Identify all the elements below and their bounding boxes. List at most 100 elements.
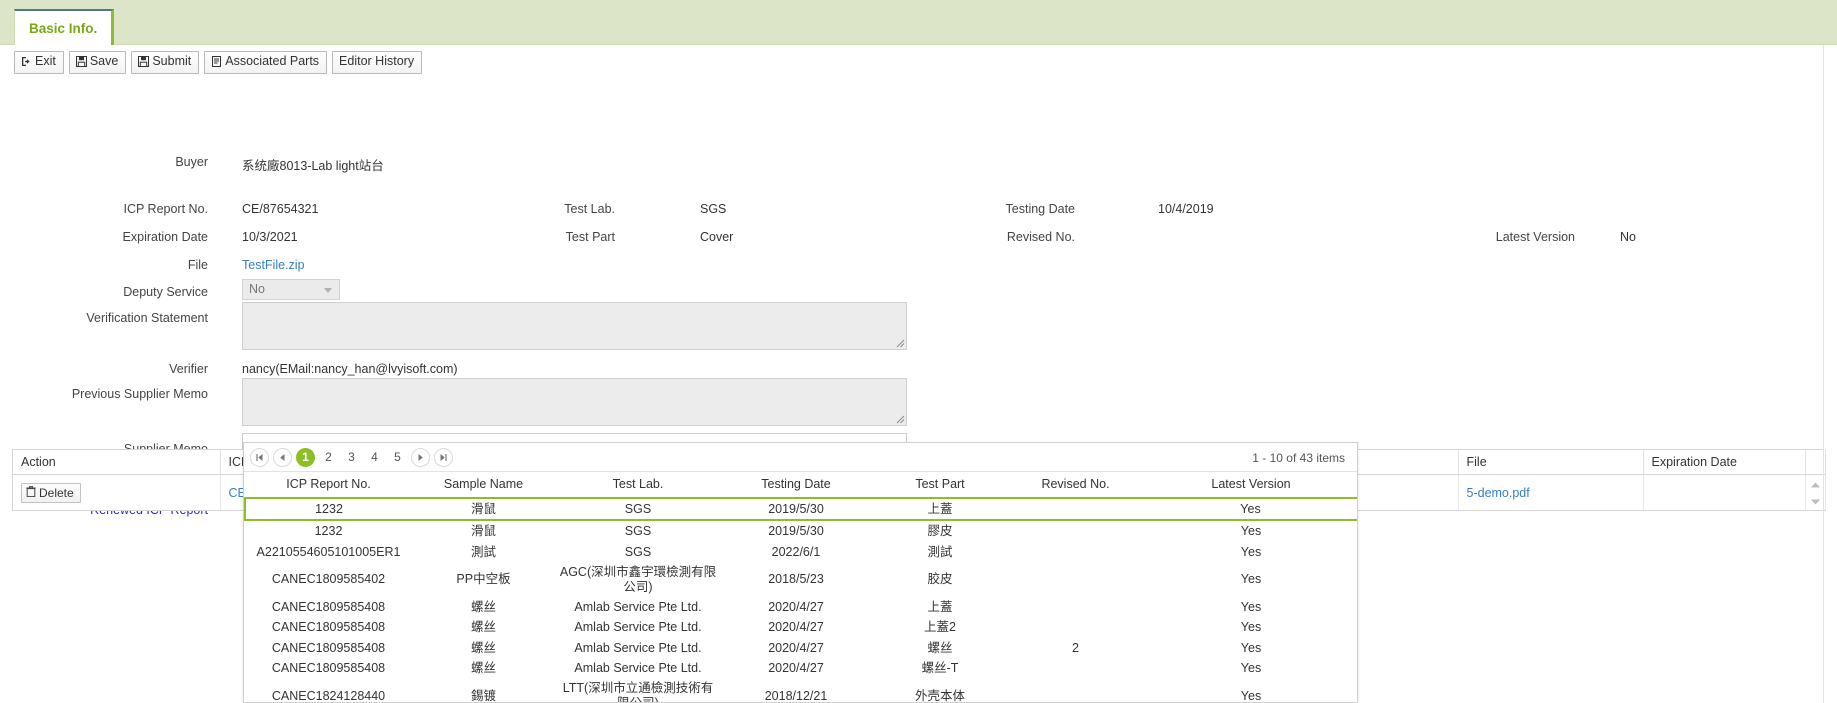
page-button-2[interactable]: 2 [319,448,338,467]
dropdown-cell-test-lab: Amlab Service Pte Ltd. [574,620,702,635]
dropdown-column-sample-name: Sample Name [412,472,555,499]
expiration-date-label: Expiration Date [122,229,208,244]
testing-date-value: 10/4/2019 [1158,201,1214,216]
dropdown-cell-test-part: 螺丝 [927,640,953,655]
icp-report-no-label: ICP Report No. [123,201,208,216]
dropdown-cell-testing-date: 2020/4/27 [768,661,824,675]
dropdown-cell-revised-no [1009,658,1142,678]
dropdown-cell-sample-name: 螺丝 [470,661,496,675]
exit-button[interactable]: Exit [14,51,64,74]
dropdown-cell-revised-no [1009,496,1142,522]
dropdown-result-row[interactable]: A2210554605101005ER1 測試 SGS 2022/6/1 測試 Yes [245,542,1357,562]
dropdown-cell-icp-report-no: 1232 [314,524,343,539]
file-link[interactable]: 5-demo.pdf [1467,486,1530,500]
tab-basic-info-label: Basic Info. [29,20,98,36]
dropdown-cell-sample-name: 滑鼠 [412,496,555,522]
dropdown-cell-test-lab: SGS [624,524,652,539]
dropdown-cell-test-lab: SGS [555,496,721,522]
associated-parts-button[interactable]: Associated Parts [204,51,328,74]
dropdown-cell-latest-version: Yes [1240,688,1262,703]
dropdown-result-row[interactable]: 1232 滑鼠 SGS 2019/5/30 上蓋 Yes [244,496,1357,522]
dropdown-cell-revised-no [1009,562,1142,597]
dropdown-results-body: 1232 滑鼠 SGS 2019/5/30 上蓋 Yes 1232 滑鼠 SGS 2019/5/3… [244,496,1357,703]
first-page-button[interactable] [250,447,269,467]
previous-page-button[interactable] [273,447,292,467]
dropdown-result-row[interactable]: CANEC1809585402 PP中空板 AGC(深圳市鑫宇環檢測有限公司) 201… [245,562,1357,597]
expiration-date-value: 10/3/2021 [242,229,298,244]
dropdown-cell-sample-name: PP中空板 [456,572,511,587]
editor-history-label: Editor History [339,54,415,68]
dropdown-cell-sample-name: 測試 [470,544,496,559]
dropdown-cell-test-lab: Amlab Service Pte Ltd. [574,640,702,655]
row-reorder-spinner[interactable] [1809,477,1822,508]
dropdown-cell-test-part: 螺丝-T [921,661,959,675]
chevron-down-icon [324,287,332,293]
dropdown-cell-latest-version: Yes [1240,620,1262,635]
dropdown-result-row[interactable]: CANEC1809585408 螺丝 Amlab Service Pte Ltd. 2… [245,617,1357,637]
deputy-service-label: Deputy Service [123,284,208,299]
submit-icon [138,56,150,68]
dropdown-cell-sample-name: 螺丝 [470,620,496,635]
dropdown-result-row[interactable]: CANEC1809585408 螺丝 Amlab Service Pte Ltd. 2… [245,638,1357,658]
renewed-icp-report-dropdown-panel: 1 2 3 4 5 1 - 10 of 43 items ICP Report … [243,442,1358,703]
arrow-up-icon[interactable] [1810,477,1821,491]
dropdown-column-revised-no: Revised No. [1009,472,1142,499]
resize-handle-icon[interactable] [895,414,905,424]
dropdown-cell-testing-date: 2020/4/27 [768,640,824,655]
arrow-down-icon[interactable] [1810,494,1821,508]
tab-basic-info[interactable]: Basic Info. [14,9,115,45]
verification-statement-textarea[interactable] [242,301,907,350]
dropdown-cell-testing-date: 2019/5/30 [721,496,871,522]
file-link[interactable]: TestFile.zip [242,258,305,272]
deputy-service-select[interactable]: No [242,278,340,300]
buyer-label: Buyer [175,154,208,169]
page-button-4[interactable]: 4 [365,448,384,467]
test-lab-value: SGS [700,201,727,216]
dropdown-cell-test-part: 上蓋 [927,599,953,614]
dropdown-result-row[interactable]: 1232 滑鼠 SGS 2019/5/30 膠皮 Yes [245,520,1357,541]
resize-handle-icon[interactable] [895,338,905,348]
dropdown-cell-revised-no [1009,520,1142,541]
dropdown-cell-sample-name: 螺丝 [470,640,496,655]
save-button[interactable]: Save [68,51,127,74]
last-page-button[interactable] [434,447,453,467]
dropdown-cell-testing-date: 2019/5/30 [768,524,824,539]
dropdown-cell-testing-date: 2018/5/23 [768,572,824,587]
dropdown-column-test-part: Test Part [871,472,1009,499]
dropdown-cell-latest-version: Yes [1240,661,1262,675]
latest-version-value: No [1620,229,1636,244]
dropdown-cell-icp-report-no: A2210554605101005ER1 [256,544,401,559]
dropdown-cell-test-lab: Amlab Service Pte Ltd. [574,661,702,675]
dropdown-cell-test-part: 胶皮 [927,572,953,587]
dropdown-cell-test-lab: LTT(深圳市立通檢測技術有限公司) [562,681,714,703]
exit-icon [21,56,32,67]
page-button-3[interactable]: 3 [342,448,361,467]
dropdown-results-table: ICP Report No. Sample Name Test Lab. Tes… [244,472,1357,703]
dropdown-result-row[interactable]: CANEC1824128440 錫镀 LTT(深圳市立通檢測技術有限公司) 2018/… [245,678,1357,703]
save-label: Save [89,54,119,68]
dropdown-result-row[interactable]: CANEC1809585408 螺丝 Amlab Service Pte Ltd. 2… [245,658,1357,678]
dropdown-cell-revised-no [1009,617,1142,637]
dropdown-result-row[interactable]: CANEC1809585408 螺丝 Amlab Service Pte Ltd. 2… [245,597,1357,617]
icp-report-no-value: CE/87654321 [242,201,319,216]
cell-row-reorder [1805,474,1826,511]
delete-button[interactable]: Delete [21,482,81,503]
previous-supplier-memo-textarea[interactable] [242,377,907,426]
verification-statement-label: Verification Statement [86,310,208,325]
dropdown-column-testing-date: Testing Date [721,472,871,499]
document-icon [211,56,222,68]
page-button-1[interactable]: 1 [296,447,315,467]
column-header-spacer [1805,450,1826,475]
cell-action: Delete [13,474,221,511]
next-page-button[interactable] [411,447,430,467]
revised-no-label: Revised No. [1006,229,1075,244]
column-header-expiration-date: Expiration Date [1643,450,1806,475]
previous-supplier-memo-label: Previous Supplier Memo [71,386,208,401]
submit-button[interactable]: Submit [131,51,200,74]
latest-version-label: Latest Version [1495,229,1575,244]
exit-label: Exit [35,54,56,68]
editor-history-button[interactable]: Editor History [332,51,423,74]
delete-label: Delete [39,485,74,500]
page-button-5[interactable]: 5 [388,448,407,467]
dropdown-cell-sample-name: 滑鼠 [470,524,496,539]
